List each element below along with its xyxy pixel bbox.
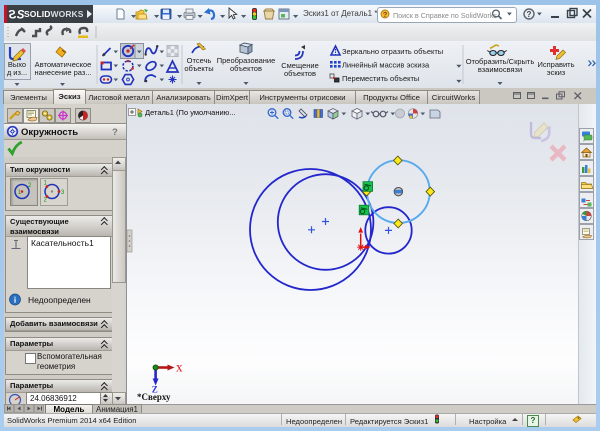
svg-text:3: 3 <box>61 190 65 196</box>
svg-text:X: X <box>176 364 183 374</box>
svg-text:объектов: объектов <box>230 64 262 73</box>
svg-text:Переместить объекты: Переместить объекты <box>342 74 419 83</box>
svg-text:д из...: д из... <box>7 68 27 77</box>
svg-text:эскиз: эскиз <box>547 68 566 77</box>
svg-text:взаимосвязи: взаимосвязи <box>478 65 522 74</box>
svg-text:Линейный массив эскиза: Линейный массив эскиза <box>342 61 430 70</box>
svg-text:нанесение раз...: нанесение раз... <box>34 68 91 77</box>
svg-text:?: ? <box>383 10 388 19</box>
svg-text:Зеркально отразить объекты: Зеркально отразить объекты <box>342 47 443 56</box>
svg-text:*Сверху: *Сверху <box>137 392 171 402</box>
svg-text:S: S <box>8 10 16 22</box>
svg-text:объектов: объектов <box>284 69 316 78</box>
svg-text:Деталь1 (По умолчанию...: Деталь1 (По умолчанию... <box>145 108 236 117</box>
svg-text:2: 2 <box>44 198 48 204</box>
svg-text:объекты: объекты <box>184 64 213 73</box>
svg-text:?: ? <box>527 10 532 19</box>
svg-text:2: 2 <box>28 183 32 189</box>
